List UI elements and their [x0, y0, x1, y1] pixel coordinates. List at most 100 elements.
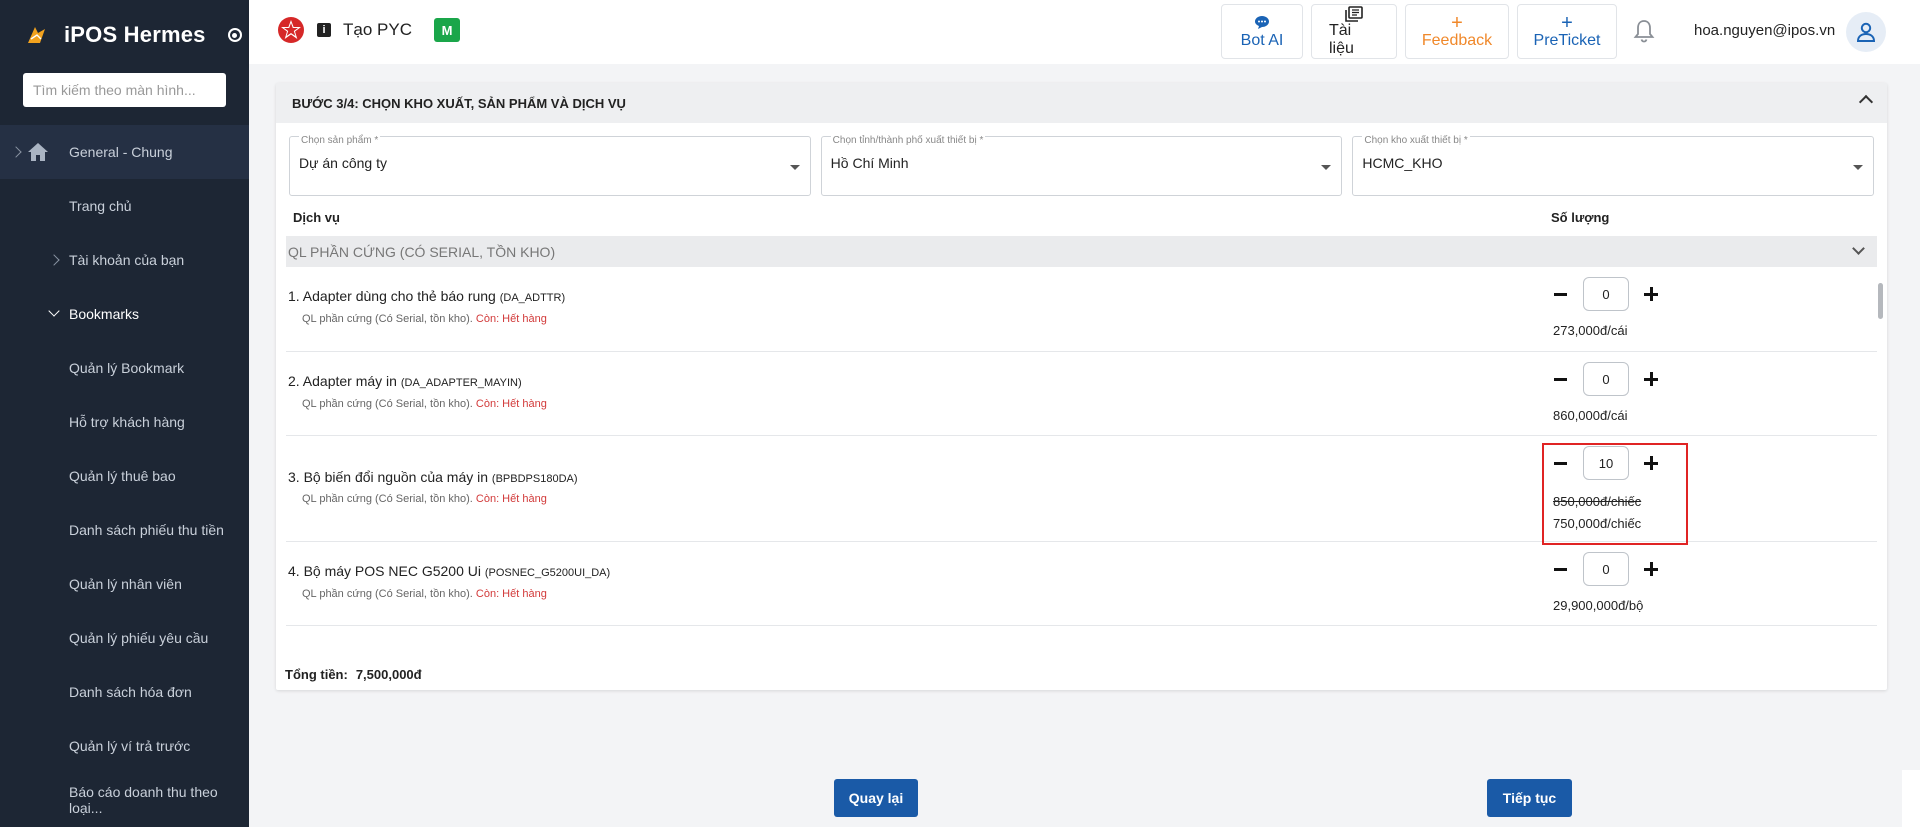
chevron-right-icon: [48, 254, 60, 266]
sidebar-item-account[interactable]: Tài khoản của bạn: [0, 233, 249, 287]
quantity-input[interactable]: [1583, 446, 1629, 480]
mode-badge: M: [433, 18, 460, 42]
back-button[interactable]: Quay lại: [834, 779, 918, 817]
docs-label: Tài liệu: [1329, 22, 1354, 57]
item-price: 750,000đ/chiếc: [1553, 516, 1642, 531]
city-select[interactable]: Chọn tỉnh/thành phố xuất thiết bị * Hồ C…: [820, 135, 1343, 196]
plus-button[interactable]: [1643, 455, 1659, 471]
sidebar-item-label: General - Chung: [69, 144, 173, 160]
plus-button[interactable]: [1643, 561, 1659, 577]
item-price: 273,000đ/cái: [1553, 323, 1628, 338]
chevron-right-icon: [10, 146, 22, 158]
preticket-button[interactable]: + PreTicket: [1517, 4, 1617, 59]
quantity-stepper: [1553, 552, 1659, 586]
total-value: 7,500,000đ: [355, 667, 422, 682]
avatar[interactable]: [1846, 12, 1886, 52]
sidebar-item-receipts[interactable]: Danh sách phiếu thu tiền: [0, 503, 249, 557]
chevron-up-icon[interactable]: [1858, 94, 1874, 110]
item-name: 4. Bộ máy POS NEC G5200 Ui (POSNEC_G5200…: [288, 563, 610, 579]
minus-button[interactable]: [1553, 561, 1569, 577]
sidebar-item-label: Trang chủ: [69, 198, 132, 214]
radio-dot-icon[interactable]: [227, 28, 242, 42]
app-root: iPOS Hermes General - Chung Trang chủ Tà…: [0, 0, 1920, 827]
preticket-label: PreTicket: [1533, 31, 1601, 49]
list-item: 4. Bộ máy POS NEC G5200 Ui (POSNEC_G5200…: [286, 542, 1877, 626]
sidebar-item-requests[interactable]: Quản lý phiếu yêu cầu: [0, 611, 249, 665]
sidebar-item-subscriptions[interactable]: Quản lý thuê bao: [0, 449, 249, 503]
quantity-input[interactable]: [1583, 552, 1629, 586]
sidebar-item-label: Quản lý nhân viên: [69, 576, 182, 592]
sidebar-item-bookmark-manage[interactable]: Quản lý Bookmark: [0, 341, 249, 395]
warehouse-select[interactable]: Chọn kho xuất thiết bị * HCMC_KHO: [1352, 136, 1875, 196]
chevron-down-icon: [48, 305, 60, 317]
step-card: BƯỚC 3/4: CHỌN KHO XUẤT, SẢN PHẨM VÀ DỊC…: [276, 83, 1887, 690]
list-item: 3. Bộ biến đổi nguồn của máy in (BPBDPS1…: [286, 436, 1877, 545]
stock-status: Còn: Hết hàng: [475, 398, 547, 410]
item-price: 29,900,000đ/bộ: [1553, 598, 1644, 613]
minus-button[interactable]: [1553, 286, 1569, 302]
feedback-button[interactable]: + Feedback: [1405, 4, 1509, 59]
group-label: QL PHẦN CỨNG (CÓ SERIAL, TỒN KHO): [288, 243, 556, 260]
user-email[interactable]: hoa.nguyen@ipos.vn: [1694, 22, 1835, 39]
dropdown-arrow-icon: [789, 165, 800, 170]
sidebar-item-label: Bookmarks: [69, 306, 140, 322]
minus-button[interactable]: [1553, 371, 1569, 387]
sidebar-item-prepaid-wallet[interactable]: Quản lý ví trả trước: [0, 719, 249, 773]
bell-icon[interactable]: [1632, 18, 1656, 44]
quantity-input[interactable]: [1583, 362, 1629, 396]
bot-ai-button[interactable]: Bot AI: [1221, 4, 1303, 59]
sidebar-item-label: Tài khoản của bạn: [69, 252, 185, 268]
sidebar-item-invoices[interactable]: Danh sách hóa đơn: [0, 665, 249, 719]
total-label: Tổng tiền:: [285, 667, 348, 682]
stock-status: Còn: Hết hàng: [475, 493, 547, 505]
plus-button[interactable]: [1643, 286, 1659, 302]
library-books-icon: [1345, 5, 1363, 22]
sidebar-item-customer-support[interactable]: Hỗ trợ khách hàng: [0, 395, 249, 449]
top-actions: Bot AI Tài liệu + Feedback + PreTicket: [1221, 4, 1617, 59]
quantity-input[interactable]: [1583, 277, 1629, 311]
quantity-stepper: [1553, 446, 1659, 480]
step-header[interactable]: BƯỚC 3/4: CHỌN KHO XUẤT, SẢN PHẨM VÀ DỊC…: [276, 83, 1887, 123]
feedback-label: Feedback: [1421, 31, 1493, 49]
plus-button[interactable]: [1643, 371, 1659, 387]
item-code: (DA_ADTTR): [499, 292, 566, 304]
city-select-label: Chọn tỉnh/thành phố xuất thiết bị *: [830, 135, 986, 146]
scrollbar[interactable]: [1878, 283, 1883, 319]
stock-desc: QL phần cứng (Có Serial, tồn kho).: [302, 398, 473, 410]
item-stock: QL phần cứng (Có Serial, tồn kho). Còn: …: [302, 313, 547, 325]
sidebar-search-input[interactable]: [33, 82, 226, 98]
docs-button[interactable]: Tài liệu: [1311, 4, 1397, 59]
column-quantity: Số lượng: [1551, 210, 1610, 225]
sidebar-item-home[interactable]: Trang chủ: [0, 179, 249, 233]
main-content: BƯỚC 3/4: CHỌN KHO XUẤT, SẢN PHẨM VÀ DỊC…: [249, 64, 1920, 827]
stock-desc: QL phần cứng (Có Serial, tồn kho).: [302, 313, 473, 325]
sidebar-item-general[interactable]: General - Chung: [0, 125, 249, 179]
table-header: Dịch vụ Số lượng: [276, 196, 1887, 236]
plus-icon: +: [1561, 11, 1573, 34]
plus-icon: +: [1451, 11, 1463, 34]
warehouse-select-value: HCMC_KHO: [1362, 155, 1443, 171]
sidebar-item-label: Quản lý ví trả trước: [69, 738, 191, 754]
item-name: 2. Adapter máy in (DA_ADAPTER_MAYIN): [288, 373, 522, 389]
item-name: 1. Adapter dùng cho thẻ báo rung (DA_ADT…: [288, 288, 565, 304]
product-select-value: Dự án công ty: [299, 155, 387, 171]
sidebar-item-label: Quản lý Bookmark: [69, 360, 185, 376]
item-name: 3. Bộ biến đổi nguồn của máy in (BPBDPS1…: [288, 469, 578, 485]
sidebar-item-employees[interactable]: Quản lý nhân viên: [0, 557, 249, 611]
quantity-stepper: [1553, 277, 1659, 311]
sidebar-item-bookmarks[interactable]: Bookmarks: [0, 287, 249, 341]
sidebar-item-label: Hỗ trợ khách hàng: [69, 414, 185, 430]
list-item: 1. Adapter dùng cho thẻ báo rung (DA_ADT…: [286, 267, 1877, 352]
product-select[interactable]: Chọn sản phẩm * Dự án công ty: [289, 136, 811, 196]
group-header[interactable]: QL PHẦN CỨNG (CÓ SERIAL, TỒN KHO): [286, 236, 1877, 267]
sidebar-item-revenue-report[interactable]: Báo cáo doanh thu theo loại...: [0, 773, 249, 827]
info-icon[interactable]: i: [317, 23, 331, 37]
bot-ai-label: Bot AI: [1240, 31, 1284, 49]
next-button[interactable]: Tiếp tục: [1487, 779, 1572, 817]
sidebar-item-label: Danh sách phiếu thu tiền: [69, 522, 224, 538]
selects-row: Chọn sản phẩm * Dự án công ty Chọn tỉnh/…: [276, 123, 1887, 196]
sidebar-search: [23, 73, 226, 107]
sidebar-item-label: Danh sách hóa đơn: [69, 684, 192, 700]
sidebar: iPOS Hermes General - Chung Trang chủ Tà…: [0, 0, 249, 827]
minus-button[interactable]: [1553, 455, 1569, 471]
